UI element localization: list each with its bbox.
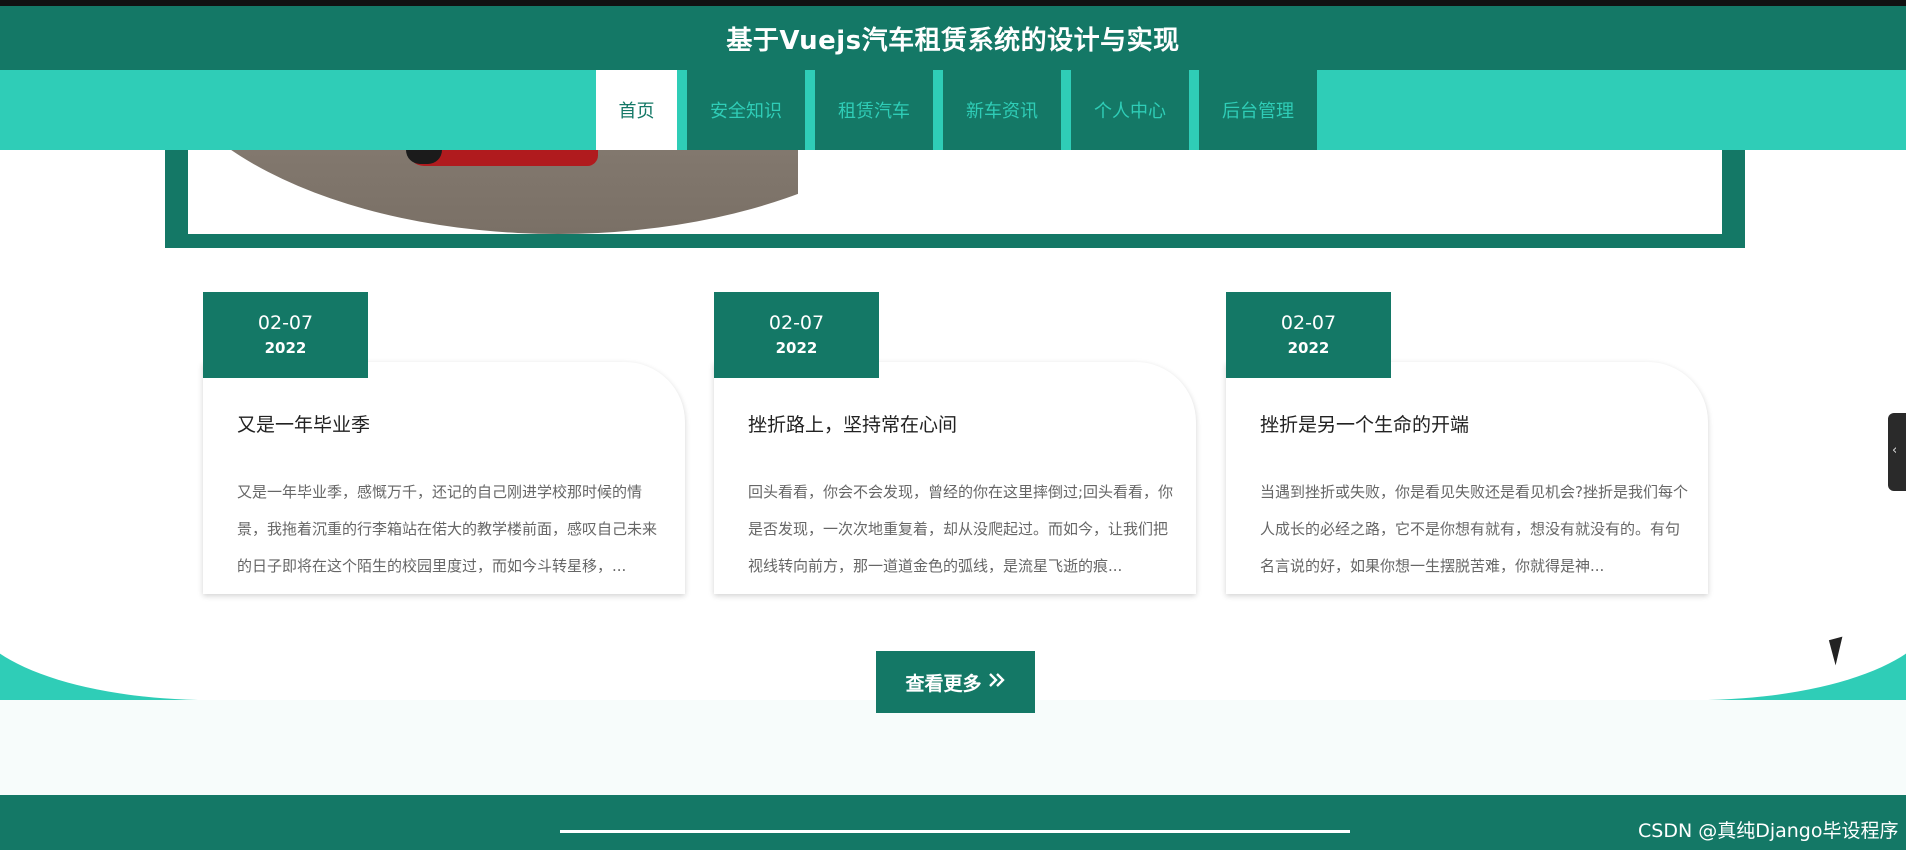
nav-tabs: 首页 安全知识 租赁汽车 新车资讯 个人中心 后台管理 <box>596 70 1317 150</box>
view-more-button[interactable]: 查看更多 <box>876 651 1035 713</box>
news-card-summary: 当遇到挫折或失败，你是看见失败还是看见机会?挫折是我们每个人成长的必经之路，它不… <box>1260 483 1688 575</box>
nav-item-safety[interactable]: 安全知识 <box>687 70 805 150</box>
footer-divider <box>560 830 1350 833</box>
nav-item-label: 后台管理 <box>1222 101 1294 122</box>
nav-item-label: 首页 <box>618 101 655 122</box>
nav-item-home[interactable]: 首页 <box>596 70 677 150</box>
news-card[interactable]: 挫折路上，坚持常在心间 回头看看，你会不会发现，曾经的你在这里摔倒过;回头看看，… <box>714 362 1196 594</box>
nav-item-new-car-news[interactable]: 新车资讯 <box>943 70 1061 150</box>
news-card-title: 又是一年毕业季 <box>237 414 371 436</box>
watermark-text: CSDN @真纯Django毕设程序 <box>1638 820 1899 842</box>
news-date-badge: 02-07 2022 <box>714 292 879 378</box>
news-card[interactable]: 挫折是另一个生命的开端 当遇到挫折或失败，你是看见失败还是看见机会?挫折是我们每… <box>1226 362 1708 594</box>
news-card[interactable]: 又是一年毕业季 又是一年毕业季，感慨万千，还记的自己刚进学校那时候的情景，我拖着… <box>203 362 685 594</box>
news-date: 02-07 <box>768 312 825 334</box>
nav-item-label: 租赁汽车 <box>838 101 910 122</box>
news-year: 2022 <box>775 339 818 357</box>
view-more-label: 查看更多 <box>905 672 982 695</box>
news-card-summary: 回头看看，你会不会发现，曾经的你在这里摔倒过;回头看看，你是否发现，一次次地重复… <box>748 483 1174 575</box>
news-date-badge: 02-07 2022 <box>1226 292 1391 378</box>
news-year: 2022 <box>1287 339 1330 357</box>
nav-item-label: 个人中心 <box>1094 101 1166 122</box>
double-chevron-right-icon <box>988 671 1006 693</box>
nav-item-admin[interactable]: 后台管理 <box>1199 70 1317 150</box>
site-header: 基于Vuejs汽车租赁系统的设计与实现 <box>0 6 1906 70</box>
nav-item-user-center[interactable]: 个人中心 <box>1071 70 1189 150</box>
nav-item-rent-car[interactable]: 租赁汽车 <box>815 70 933 150</box>
site-footer <box>0 795 1906 850</box>
side-panel-toggle[interactable]: ‹ <box>1888 413 1906 491</box>
banner-image <box>188 150 798 234</box>
news-card-title: 挫折是另一个生命的开端 <box>1260 414 1470 436</box>
site-title: 基于Vuejs汽车租赁系统的设计与实现 <box>726 25 1180 56</box>
news-date: 02-07 <box>257 312 314 334</box>
banner-carousel[interactable] <box>165 150 1745 248</box>
nav-item-label: 新车资讯 <box>966 101 1038 122</box>
news-date: 02-07 <box>1280 312 1337 334</box>
news-year: 2022 <box>264 339 307 357</box>
main-navbar: 首页 安全知识 租赁汽车 新车资讯 个人中心 后台管理 <box>0 70 1906 150</box>
chevron-left-icon: ‹ <box>1892 443 1898 458</box>
news-card-title: 挫折路上，坚持常在心间 <box>748 414 958 436</box>
nav-item-label: 安全知识 <box>710 101 782 122</box>
news-date-badge: 02-07 2022 <box>203 292 368 378</box>
news-card-summary: 又是一年毕业季，感慨万千，还记的自己刚进学校那时候的情景，我拖着沉重的行李箱站在… <box>237 483 658 575</box>
